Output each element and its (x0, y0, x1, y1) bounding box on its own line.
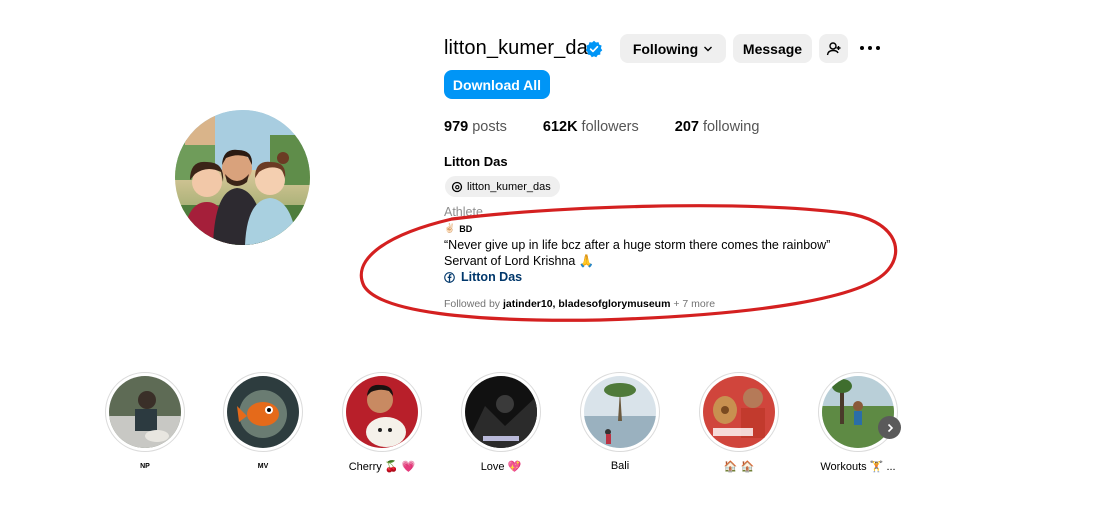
profile-username: litton_kumer_das (444, 37, 598, 59)
chevron-right-icon[interactable] (878, 416, 901, 439)
message-button[interactable]: Message (733, 34, 812, 63)
suggest-users-button[interactable] (819, 34, 848, 63)
following-button-label: Following (632, 40, 699, 57)
followed-by-prefix: Followed by (444, 298, 501, 310)
posts-value: 979 (444, 119, 469, 135)
highlight-label: Love 💖 (480, 461, 522, 473)
followers-count[interactable]: 612K followers (543, 119, 639, 135)
profile-full-name: Litton Das (444, 154, 508, 169)
highlight-label: Bali (610, 460, 630, 472)
followed-by-more: + 7 more (673, 298, 716, 310)
highlight-item[interactable]: Bali (580, 372, 660, 472)
followed-by-names: jatinder10, bladesofglorymuseum (502, 298, 671, 310)
highlight-cover (703, 376, 775, 448)
highlight-label: MV (257, 463, 269, 470)
highlight-cover (109, 376, 181, 448)
highlight-item[interactable]: 🏠 🏠 (699, 372, 779, 473)
threads-handle: litton_kumer_das (467, 180, 551, 193)
bio-country-line: ✌🏻 BD (444, 223, 472, 234)
highlight-cover (584, 376, 656, 448)
threads-icon (451, 181, 463, 192)
followed-by-text[interactable]: Followed by jatinder10, bladesofglorymus… (444, 298, 715, 310)
chevron-down-icon (704, 46, 713, 51)
profile-avatar[interactable] (175, 110, 310, 245)
facebook-icon (444, 271, 455, 283)
highlight-item[interactable]: NP (105, 372, 185, 470)
verified-badge-icon (585, 40, 603, 58)
posts-count: 979 posts (444, 119, 507, 135)
facebook-link[interactable]: Litton Das (444, 270, 522, 284)
following-value: 207 (674, 119, 699, 135)
bio-quote: “Never give up in life bcz after a huge … (444, 238, 831, 252)
profile-stats: 979 posts 612K followers 207 following (444, 119, 795, 135)
bio-emoji: ✌🏻 (444, 223, 456, 233)
highlight-label: Cherry 🍒 💗 (348, 461, 416, 473)
highlight-cover (227, 376, 299, 448)
threads-badge[interactable]: litton_kumer_das (445, 176, 560, 197)
following-label: following (702, 119, 760, 135)
following-count[interactable]: 207 following (675, 119, 760, 135)
facebook-link-text: Litton Das (461, 270, 523, 284)
more-options-icon[interactable] (858, 38, 882, 58)
highlight-item[interactable]: Love 💖 (461, 372, 541, 473)
bio-line-2: Servant of Lord Krishna 🙏 (444, 254, 595, 268)
highlight-label: NP (140, 463, 150, 470)
highlight-cover (465, 376, 537, 448)
highlight-item[interactable]: MV (223, 372, 303, 470)
highlight-label: Workouts 🏋 ... (820, 461, 896, 473)
profile-category: Athlete (444, 205, 483, 219)
bio-country: BD (459, 223, 473, 234)
highlight-cover (346, 376, 418, 448)
following-button[interactable]: Following (620, 34, 726, 63)
highlight-label: 🏠 🏠 (723, 461, 755, 473)
followers-label: followers (581, 119, 639, 135)
download-all-button[interactable]: Download All (444, 70, 550, 99)
highlight-item[interactable]: Cherry 🍒 💗 (342, 372, 422, 473)
followers-value: 612K (542, 119, 578, 135)
add-user-icon (826, 41, 840, 55)
posts-label: posts (472, 119, 507, 135)
message-button-label: Message (742, 40, 803, 57)
